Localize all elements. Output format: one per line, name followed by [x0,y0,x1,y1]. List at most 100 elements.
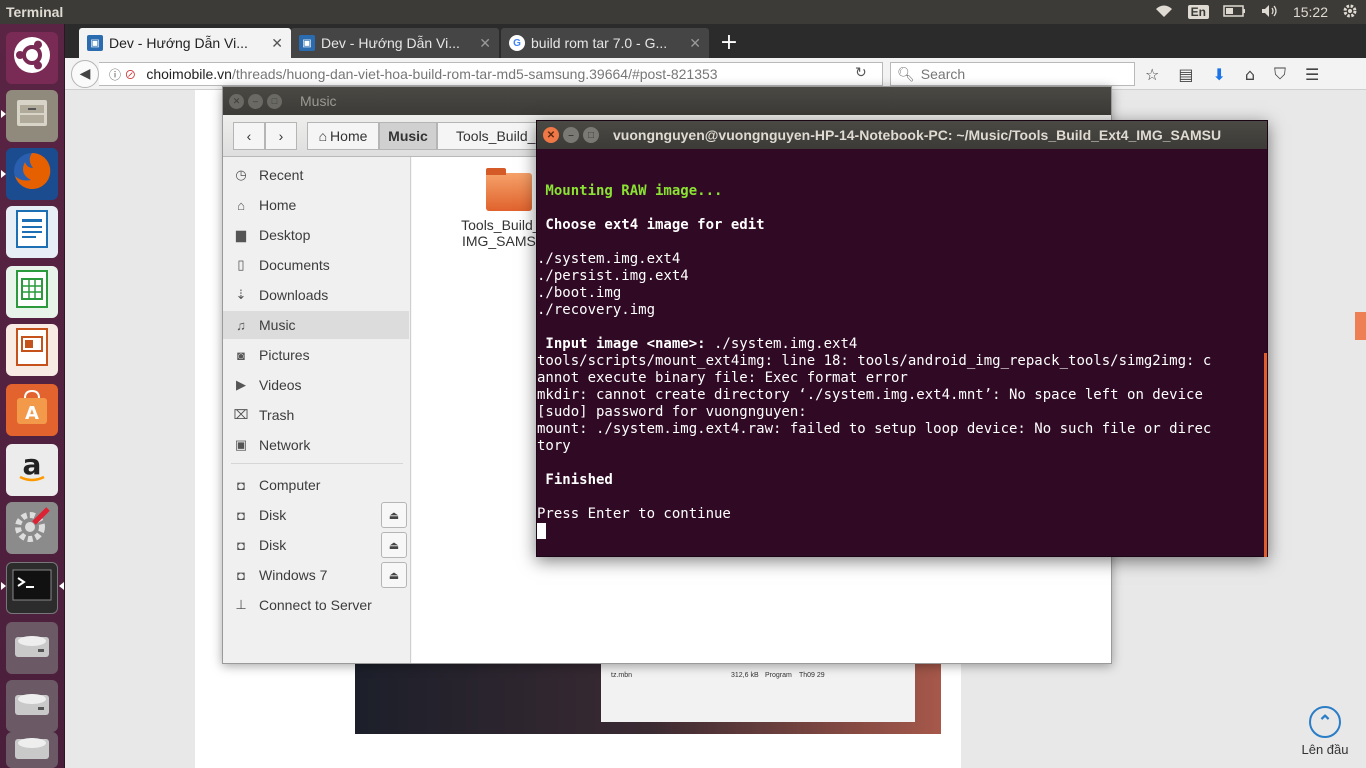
sidebar-item-trash[interactable]: ⌧ Trash [223,401,409,429]
path-tools-build-button[interactable]: Tools_Build_ [437,122,537,150]
new-tab-button[interactable]: + [717,30,741,55]
terminal-output[interactable]: Mounting RAW image... Choose ext4 image … [537,149,1267,556]
terminal-line: Choose ext4 image for edit [537,217,765,233]
terminal-icon [12,569,52,608]
volume-icon[interactable] [1261,4,1279,21]
launcher-system-settings[interactable] [6,502,58,554]
download-icon[interactable]: ⬇ [1212,65,1225,84]
pocket-icon[interactable]: ⛉ [1274,64,1286,84]
document-icon: ▯ [237,257,245,272]
url-host: choimobile.vn [146,66,232,82]
sidebar-item-network[interactable]: ▣ Network [223,431,409,459]
tab-close-icon[interactable]: ✕ [681,35,701,52]
unity-launcher: A a [0,24,65,768]
sidebar-item-videos[interactable]: ▶ Videos [223,371,409,399]
tab-label: build rom tar 7.0 - G... [531,35,668,51]
sidebar-item-label: Network [259,437,311,453]
eject-button[interactable]: ⏏ [381,532,407,558]
tab-close-icon[interactable]: ✕ [471,35,491,52]
tab-dev-huong-dan-2[interactable]: ▣ Dev - Hướng Dẫn Vi... ✕ [291,28,499,58]
terminal-line: Press Enter to continue [537,506,731,522]
launcher-disk-1[interactable] [6,622,58,674]
terminal-blank [537,234,1267,251]
eject-icon: ⏏ [388,508,400,522]
reading-list-icon[interactable]: ▤ [1178,65,1193,84]
gear-icon[interactable] [1342,3,1358,22]
path-music-button[interactable]: Music [379,122,437,150]
minimize-icon[interactable]: – [248,93,263,109]
sidebar-item-label: Recent [259,167,304,183]
sidebar-item-connect-to-server[interactable]: ⊥ Connect to Server [223,591,409,619]
sidebar-item-home[interactable]: ⌂ Home [223,191,409,219]
sidebar-item-label: Windows 7 [259,567,328,583]
maximize-icon[interactable]: □ [583,127,599,143]
site-info-icon[interactable]: ⓘ ⊘ [109,66,136,83]
launcher-disk-2[interactable] [6,680,58,732]
launcher-calc[interactable] [6,266,58,318]
top-panel: Terminal En 15:22 [0,0,1366,24]
toolbar-icons: ☆ ▤ ⬇ ⌂ ⛉ ☰ [1145,62,1319,86]
file-type: Program [765,672,792,679]
wifi-icon[interactable] [1154,4,1174,21]
tab-dev-huong-dan-1[interactable]: ▣ Dev - Hướng Dẫn Vi... ✕ [79,28,291,58]
sidebar-item-desktop[interactable]: ▆ Desktop [223,221,409,249]
arrow-up-icon: ⌃ [1309,706,1341,738]
sidebar-item-music[interactable]: ♫ Music [223,311,409,339]
terminal-input-value: ./system.img.ext4 [705,336,858,352]
launcher-firefox[interactable] [6,148,58,200]
eject-button[interactable]: ⏏ [381,502,407,528]
drive-icon: ◘ [237,507,245,523]
close-icon[interactable]: ✕ [229,93,244,109]
sidebar-item-label: Disk [259,507,287,523]
file-time: Th09 29 [799,672,825,679]
minimize-icon[interactable]: – [563,127,579,143]
sidebar-item-label: Home [259,197,297,213]
sidebar-item-label: Pictures [259,347,310,363]
search-input[interactable]: 🔍︎ Search [890,62,1135,86]
home-icon: ⌂ [237,197,245,213]
places-sidebar: ◷ Recent ⌂ Home ▆ Desktop ▯ Documents ⇣ Downl… [223,157,411,663]
terminal-cursor-line [537,523,1267,540]
maximize-icon[interactable]: □ [267,93,282,109]
home-icon[interactable]: ⌂ [1245,65,1255,84]
close-icon[interactable]: ✕ [543,127,559,143]
tab-close-icon[interactable]: ✕ [263,35,283,52]
sidebar-item-downloads[interactable]: ⇣ Downloads [223,281,409,309]
keyboard-layout-indicator[interactable]: En [1187,5,1209,19]
forum-favicon-icon: ▣ [87,35,103,51]
sidebar-item-recent[interactable]: ◷ Recent [223,161,409,189]
launcher-disk-3[interactable] [6,732,58,768]
launcher-impress[interactable] [6,324,58,376]
sidebar-item-computer[interactable]: ◘ Computer [223,471,409,499]
terminal-line: mount: ./system.img.ext4.raw: failed to … [537,421,1212,437]
sidebar-item-documents[interactable]: ▯ Documents [223,251,409,279]
launcher-files[interactable] [6,90,58,142]
terminal-title: vuongnguyen@vuongnguyen-HP-14-Notebook-P… [613,127,1222,143]
clock[interactable]: 15:22 [1293,4,1328,20]
path-home-button[interactable]: ⌂ Home [307,122,379,150]
back-button[interactable]: ‹ [233,122,265,150]
launcher-amazon[interactable]: a [6,444,58,496]
eject-button[interactable]: ⏏ [381,562,407,588]
back-button[interactable]: ◀ [71,60,99,88]
back-to-top-button[interactable]: ⌃ Lên đầu [1295,706,1355,757]
hamburger-menu-icon[interactable]: ☰ [1305,65,1319,84]
post-screenshot-image: tz.mbn 312,6 kB Program Th09 29 [355,662,941,734]
launcher-software-center[interactable]: A [6,384,58,436]
reload-icon[interactable]: ↻ [855,65,867,81]
terminal-scrollbar[interactable] [1264,353,1267,557]
bookmark-star-icon[interactable]: ☆ [1145,65,1159,84]
battery-icon[interactable] [1223,4,1247,20]
dash-home-button[interactable] [6,32,58,84]
launcher-terminal[interactable] [6,562,58,614]
disk-icon [12,732,52,768]
page-scroll-marker[interactable] [1355,312,1366,340]
launcher-writer[interactable] [6,206,58,258]
forward-button[interactable]: › [265,122,297,150]
terminal-line: Mounting RAW image... [537,183,723,199]
tab-build-rom-google[interactable]: G build rom tar 7.0 - G... ✕ [501,28,709,58]
terminal-blank [537,455,1267,472]
drive-icon: ◘ [237,567,245,583]
url-bar[interactable]: ⓘ ⊘ choimobile.vn/threads/huong-dan-viet… [99,62,883,86]
sidebar-item-pictures[interactable]: ◙ Pictures [223,341,409,369]
